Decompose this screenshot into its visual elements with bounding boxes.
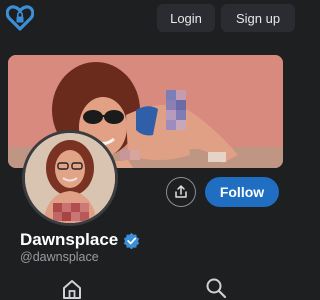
heart-lock-logo-icon[interactable] — [6, 5, 34, 31]
profile-handle: @dawnsplace — [20, 250, 99, 264]
share-icon — [175, 185, 187, 198]
avatar-photo — [25, 133, 115, 223]
home-icon[interactable] — [61, 278, 83, 300]
profile-avatar-image[interactable] — [22, 130, 118, 226]
verified-badge-icon — [124, 232, 140, 249]
display-name: Dawnsplace — [20, 230, 119, 249]
profile-name-row: Dawnsplace — [20, 229, 140, 251]
top-bar: Login Sign up — [0, 0, 300, 40]
follow-button[interactable]: Follow — [205, 177, 279, 207]
login-button[interactable]: Login — [157, 4, 215, 32]
share-button[interactable] — [166, 177, 196, 207]
search-icon[interactable] — [205, 277, 227, 299]
signup-button[interactable]: Sign up — [221, 4, 295, 32]
